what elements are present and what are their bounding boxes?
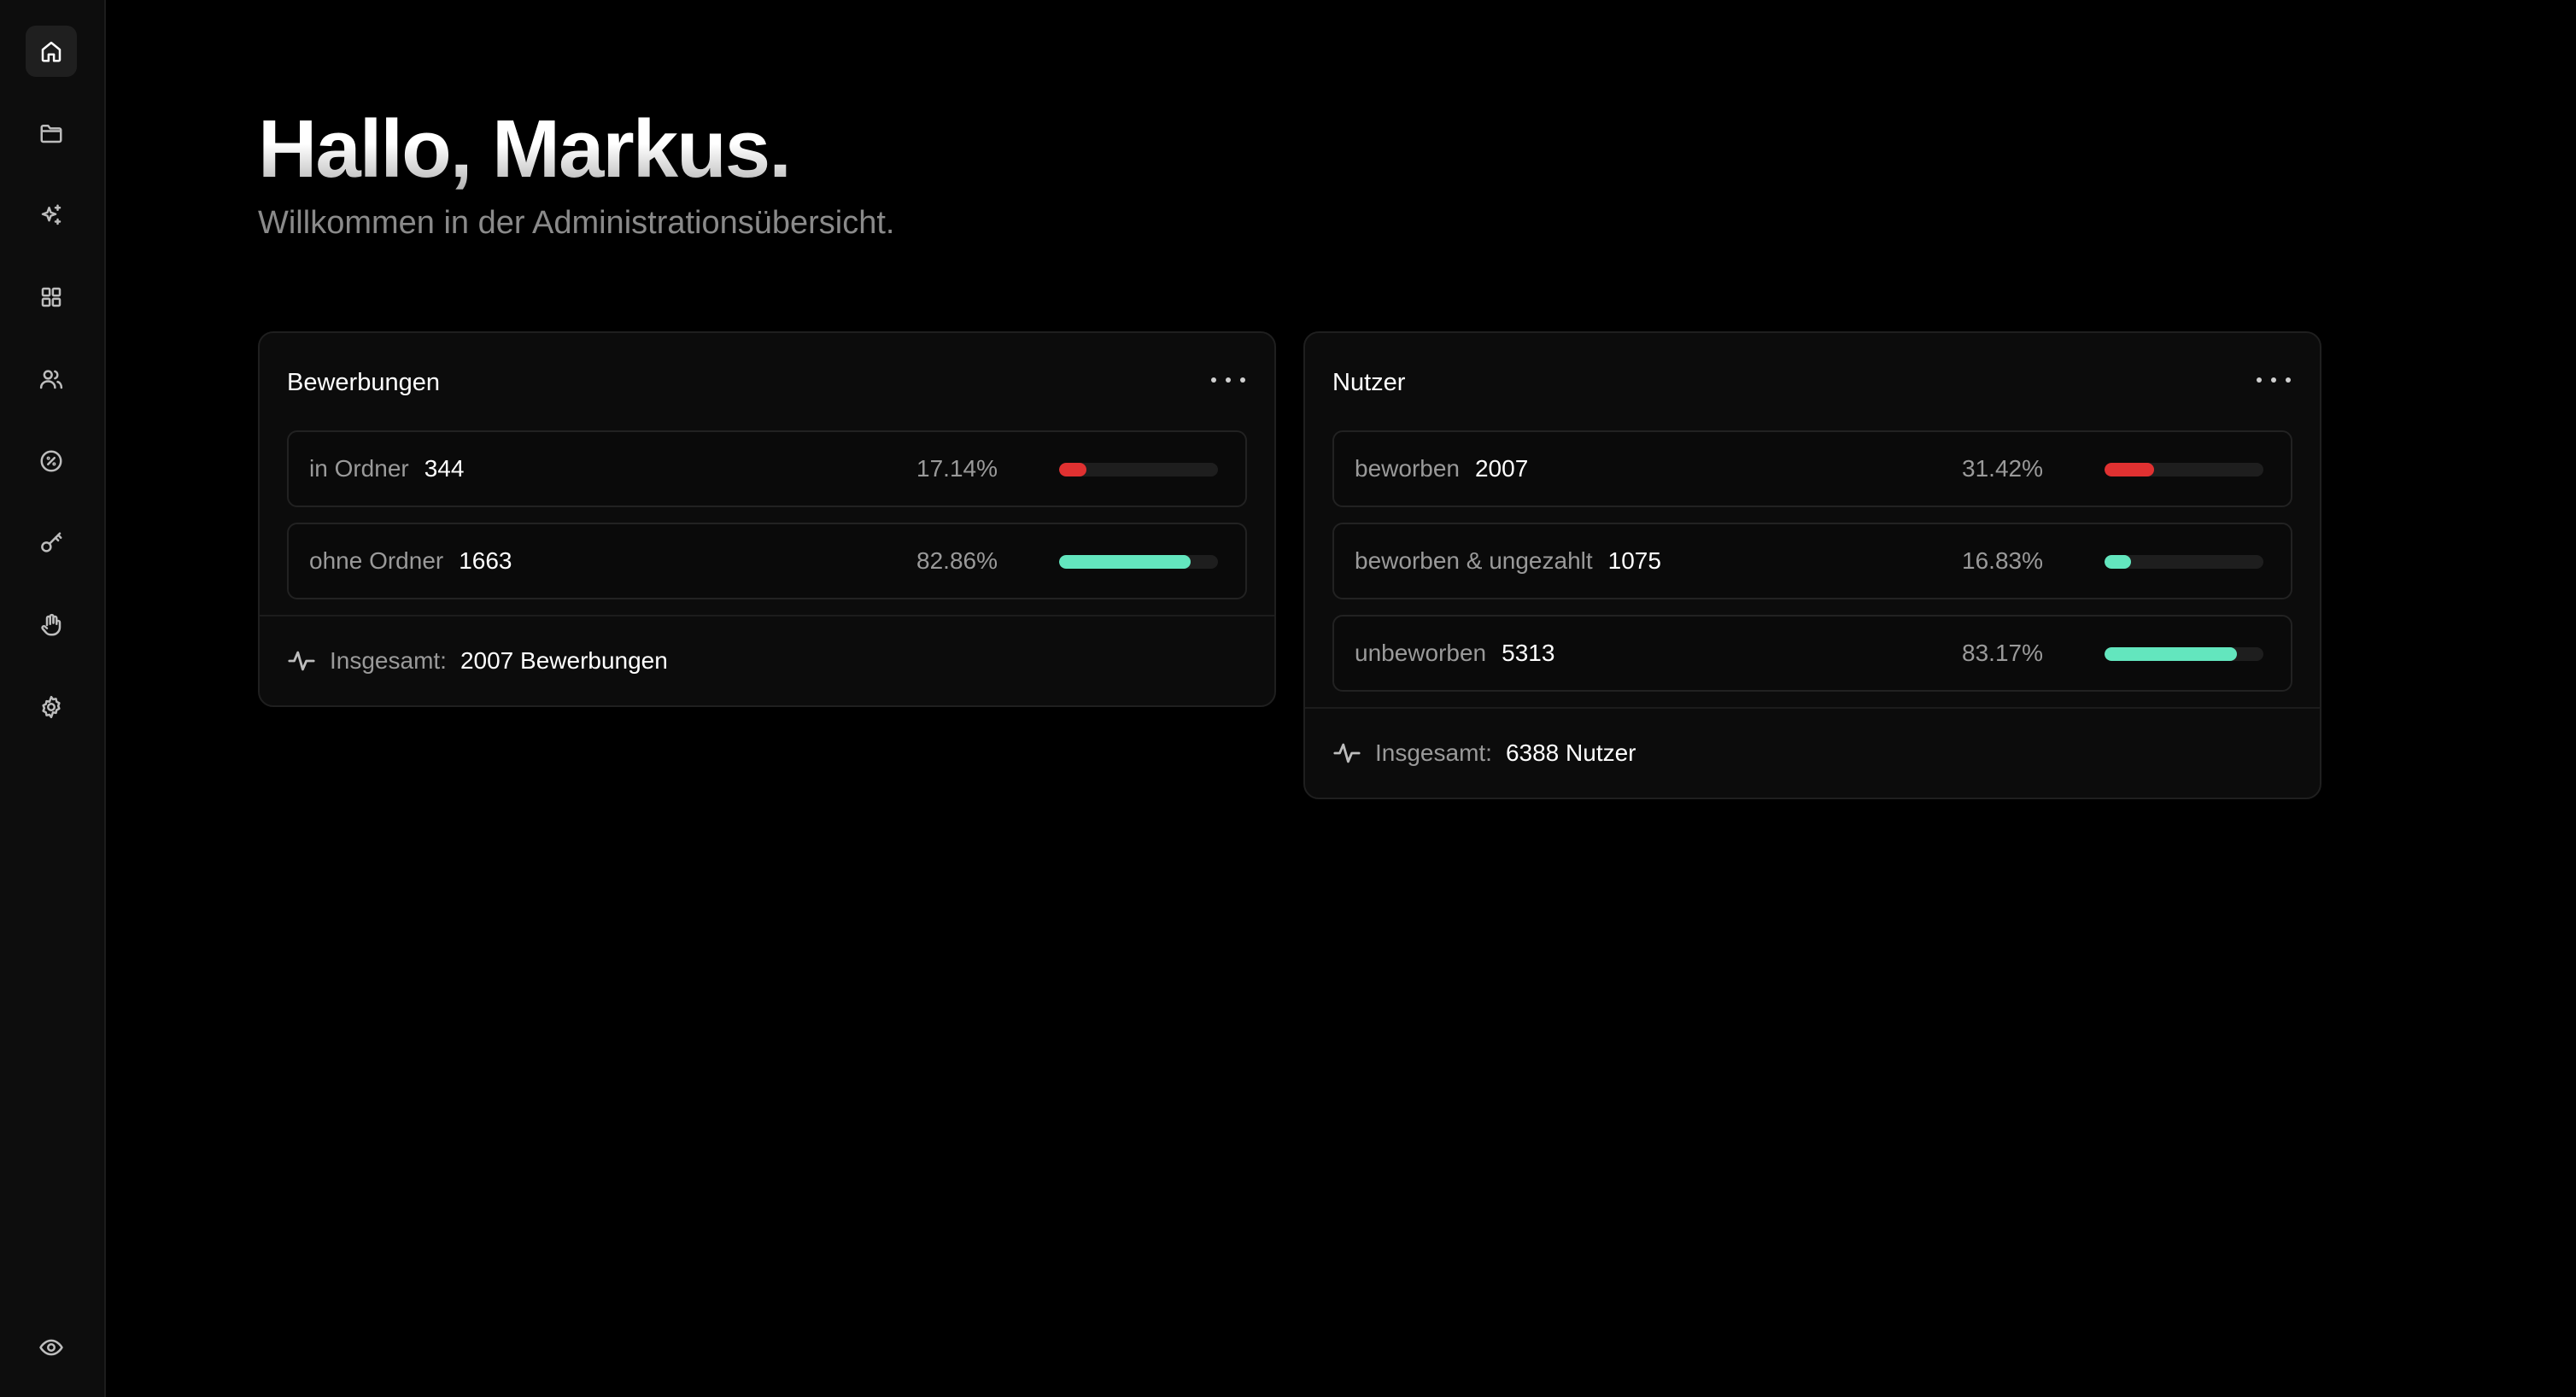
- progress-bar: [2105, 647, 2263, 661]
- dot-icon: [2286, 377, 2291, 383]
- card-footer: Insgesamt: 6388 Nutzer: [1305, 707, 2320, 798]
- percent-badge-icon: [40, 450, 62, 472]
- nav-sparkles[interactable]: [26, 190, 77, 241]
- stat-percent: 82.86%: [916, 547, 998, 574]
- applications-card: Bewerbungen in Ordner 344 17.14% ohne Ord…: [258, 331, 1276, 707]
- nav-settings[interactable]: [26, 681, 77, 733]
- stat-percent: 83.17%: [1962, 640, 2043, 666]
- progress-fill: [2105, 647, 2237, 661]
- progress-fill: [2105, 463, 2155, 476]
- card-header: Bewerbungen: [260, 333, 1274, 430]
- stat-label: beworben 2007: [1355, 455, 1529, 482]
- dot-icon: [2271, 377, 2276, 383]
- nav-hand[interactable]: [26, 599, 77, 651]
- total-value: 6388 Nutzer: [1505, 739, 1636, 766]
- stat-row: unbeworben 5313 83.17%: [1332, 615, 2292, 692]
- page-title: Hallo, Markus.: [258, 94, 792, 205]
- key-icon: [41, 532, 62, 552]
- eye-icon: [39, 1339, 63, 1356]
- stat-row: ohne Ordner 1663 82.86%: [287, 523, 1247, 599]
- progress-fill: [2105, 555, 2132, 569]
- stat-percent: 16.83%: [1962, 547, 2043, 574]
- page-subtitle: Willkommen in der Administrationsübersic…: [258, 205, 895, 241]
- nav-folders[interactable]: [26, 108, 77, 159]
- progress-fill: [1059, 463, 1086, 476]
- stat-row: in Ordner 344 17.14%: [287, 430, 1247, 507]
- stat-percent: 17.14%: [916, 455, 998, 482]
- gear-icon: [42, 695, 61, 719]
- stat-count: 344: [424, 455, 465, 482]
- stat-percent: 31.42%: [1962, 455, 2043, 482]
- card-title: Bewerbungen: [287, 369, 440, 396]
- users-icon: [39, 370, 63, 389]
- nav-keys[interactable]: [26, 517, 77, 569]
- progress-bar: [1059, 463, 1218, 476]
- more-options-button[interactable]: [2257, 367, 2291, 393]
- activity-icon: [1333, 743, 1361, 763]
- progress-bar: [1059, 555, 1218, 569]
- stat-count: 5313: [1502, 640, 1555, 666]
- total-value: 2007 Bewerbungen: [460, 647, 668, 674]
- dot-icon: [1211, 377, 1216, 383]
- hand-icon: [41, 613, 61, 636]
- grid-icon: [41, 287, 61, 307]
- card-title: Nutzer: [1332, 369, 1406, 396]
- stat-row: beworben & ungezahlt 1075 16.83%: [1332, 523, 2292, 599]
- nav-discounts[interactable]: [26, 435, 77, 487]
- stat-count: 1663: [459, 547, 512, 574]
- stat-label: unbeworben 5313: [1355, 640, 1555, 666]
- home-icon: [41, 41, 61, 62]
- progress-bar: [2105, 555, 2263, 569]
- card-footer: Insgesamt: 2007 Bewerbungen: [260, 615, 1274, 705]
- users-card: Nutzer beworben 2007 31.42% beworben & un…: [1303, 331, 2321, 799]
- nav-preview[interactable]: [26, 1322, 77, 1373]
- progress-bar: [2105, 463, 2263, 476]
- sparkles-icon: [41, 204, 61, 225]
- total-label: Insgesamt:: [1375, 739, 1492, 766]
- stat-row: beworben 2007 31.42%: [1332, 430, 2292, 507]
- dot-icon: [1240, 377, 1245, 383]
- total-label: Insgesamt:: [330, 647, 447, 674]
- nav-grid[interactable]: [26, 272, 77, 323]
- stat-label: beworben & ungezahlt 1075: [1355, 547, 1661, 574]
- stat-count: 1075: [1607, 547, 1661, 574]
- activity-icon: [288, 651, 315, 671]
- dot-icon: [2257, 377, 2262, 383]
- card-header: Nutzer: [1305, 333, 2320, 430]
- total-summary: Insgesamt: 6388 Nutzer: [1332, 709, 1636, 798]
- dot-icon: [1226, 377, 1231, 383]
- folder-icon: [40, 125, 62, 143]
- nav-home[interactable]: [26, 26, 77, 77]
- stat-label: in Ordner 344: [309, 455, 465, 482]
- sidebar: [0, 0, 106, 1397]
- stat-label: ohne Ordner 1663: [309, 547, 512, 574]
- total-summary: Insgesamt: 2007 Bewerbungen: [287, 617, 668, 705]
- more-options-button[interactable]: [1211, 367, 1245, 393]
- progress-fill: [1059, 555, 1191, 569]
- nav-users[interactable]: [26, 354, 77, 405]
- stat-count: 2007: [1474, 455, 1529, 482]
